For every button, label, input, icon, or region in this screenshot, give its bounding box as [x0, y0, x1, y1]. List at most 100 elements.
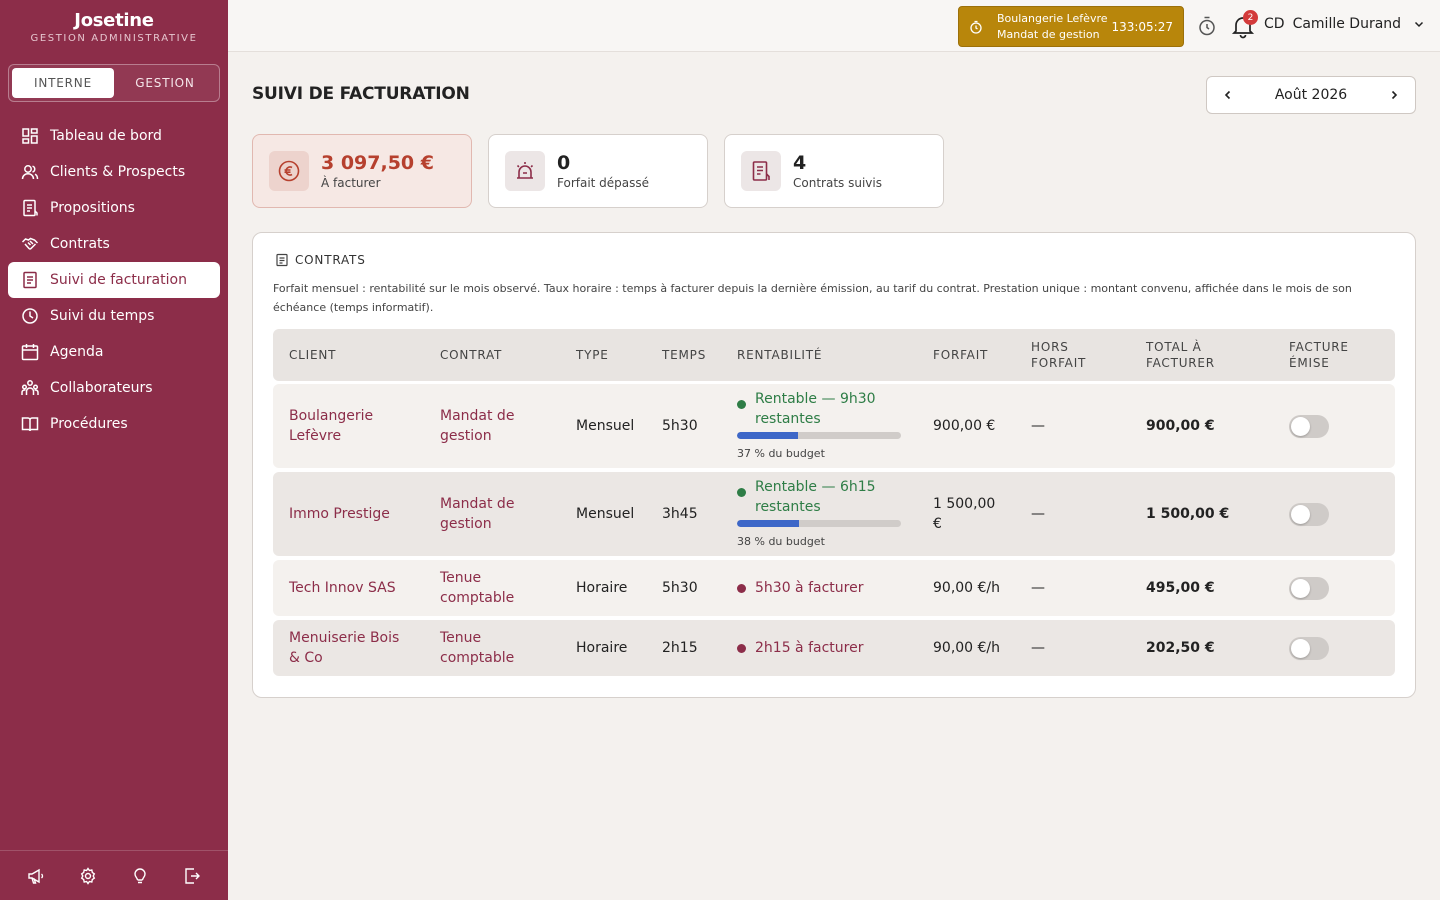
sidebar-item-suivi-facturation[interactable]: Suivi de facturation — [8, 262, 220, 298]
time-spent: 5h30 — [662, 580, 698, 596]
total-amount: 900,00 € — [1146, 418, 1215, 434]
mode-interne-button[interactable]: INTERNE — [12, 68, 114, 98]
kpi-label: Contrats suivis — [793, 176, 882, 190]
budget-progress-label: 38 % du budget — [737, 534, 825, 548]
profitability-text: 5h30 à facturer — [755, 580, 864, 596]
month-selector: Août 2026 — [1206, 76, 1416, 114]
invoice-issued-cell — [1289, 620, 1389, 676]
sidebar-footer — [0, 850, 228, 900]
sidebar-item-tableau-de-bord[interactable]: Tableau de bord — [8, 118, 220, 154]
sidebar-item-label: Collaborateurs — [50, 380, 153, 396]
user-menu[interactable]: CD Camille Durand — [1264, 16, 1425, 32]
contract-link[interactable]: Tenue comptable — [440, 560, 530, 616]
budget-progress-bar — [737, 431, 901, 439]
document-icon — [20, 198, 40, 218]
kpi-value: 4 — [793, 152, 807, 174]
invoice-issued-toggle[interactable] — [1289, 636, 1329, 660]
sidebar-item-contrats[interactable]: Contrats — [8, 226, 220, 262]
sidebar-item-label: Agenda — [50, 344, 104, 360]
table-row: Boulangerie Lefèvre Mandat de gestion Me… — [273, 384, 1395, 468]
client-link[interactable]: Immo Prestige — [289, 472, 429, 556]
lightbulb-icon[interactable] — [128, 864, 152, 888]
user-name: Camille Durand — [1292, 16, 1402, 32]
settings-icon[interactable] — [76, 864, 100, 888]
sidebar-item-agenda[interactable]: Agenda — [8, 334, 220, 370]
sidebar-item-collaborateurs[interactable]: Collaborateurs — [8, 370, 220, 406]
table-row: Tech Innov SAS Tenue comptable Horaire 5… — [273, 560, 1395, 616]
column-header-contrat: CONTRAT — [440, 348, 503, 362]
megaphone-icon[interactable] — [24, 864, 48, 888]
profitability-text: Rentable — 9h30 restantes — [755, 390, 876, 427]
brand: Josetine GESTION ADMINISTRATIVE — [0, 0, 228, 44]
sidebar-item-suivi-temps[interactable]: Suivi du temps — [8, 298, 220, 334]
avatar: CD — [1264, 16, 1285, 32]
contract-link[interactable]: Mandat de gestion — [440, 384, 560, 468]
invoice-issued-cell — [1289, 560, 1389, 616]
forfait-amount: 1 500,00 € — [933, 496, 996, 532]
brand-subtitle: GESTION ADMINISTRATIVE — [30, 33, 198, 44]
profitability: 2h15 à facturer — [737, 620, 917, 676]
budget-progress-label: 37 % du budget — [737, 446, 825, 460]
contracts-heading: CONTRATS — [275, 253, 366, 267]
client-link[interactable]: Boulangerie Lefèvre — [289, 384, 429, 468]
next-month-button[interactable] — [1385, 86, 1403, 104]
toggle-knob — [1291, 416, 1310, 436]
budget-progress-bar — [737, 519, 901, 527]
timer-contract: Mandat de gestion — [997, 27, 1100, 41]
column-header-client: CLIENT — [289, 348, 337, 362]
stopwatch-icon — [969, 20, 985, 34]
table-row: Immo Prestige Mandat de gestion Mensuel … — [273, 472, 1395, 556]
column-header-total: TOTAL À FACTURER — [1146, 340, 1215, 370]
contract-icon — [741, 151, 781, 191]
profitability-text: 2h15 à facturer — [755, 640, 864, 656]
toggle-knob — [1291, 578, 1310, 598]
mode-gestion-button[interactable]: GESTION — [114, 68, 216, 98]
contract-type: Mensuel — [576, 506, 635, 522]
sidebar-item-propositions[interactable]: Propositions — [8, 190, 220, 226]
invoice-issued-toggle[interactable] — [1289, 502, 1329, 526]
previous-month-button[interactable] — [1219, 86, 1237, 104]
status-dot — [737, 399, 746, 409]
hourly-rate: 90,00 €/h — [933, 640, 1001, 656]
invoice-issued-cell — [1289, 384, 1389, 468]
total-amount: 1 500,00 € — [1146, 506, 1230, 522]
dashboard-icon — [20, 126, 40, 146]
contract-type: Horaire — [576, 580, 628, 596]
list-icon — [275, 253, 289, 267]
invoice-issued-toggle[interactable] — [1289, 576, 1329, 600]
contracts-title: CONTRATS — [295, 253, 366, 267]
hors-forfait-amount: — — [1031, 506, 1045, 522]
client-link[interactable]: Tech Innov SAS — [289, 560, 429, 616]
book-icon — [20, 414, 40, 434]
toggle-knob — [1291, 504, 1310, 524]
time-spent: 5h30 — [662, 418, 698, 434]
alarm-icon — [505, 151, 545, 191]
hors-forfait-amount: — — [1031, 418, 1045, 434]
contract-link[interactable]: Tenue comptable — [440, 620, 530, 676]
kpi-a-facturer: 3 097,50 € À facturer — [252, 134, 472, 208]
logout-icon[interactable] — [180, 864, 204, 888]
sidebar-item-procedures[interactable]: Procédures — [8, 406, 220, 442]
sidebar-item-clients-prospects[interactable]: Clients & Prospects — [8, 154, 220, 190]
contract-link[interactable]: Mandat de gestion — [440, 472, 560, 556]
column-header-temps: TEMPS — [662, 348, 707, 362]
timer-elapsed: 133:05:27 — [1111, 19, 1173, 34]
time-spent: 3h45 — [662, 506, 698, 522]
client-link[interactable]: Menuiserie Bois & Co — [289, 620, 414, 676]
table-header: CLIENT CONTRAT TYPE TEMPS RENTABILITÉ FO… — [273, 329, 1395, 381]
kpi-value: 3 097,50 € — [321, 152, 434, 174]
contracts-table: CLIENT CONTRAT TYPE TEMPS RENTABILITÉ FO… — [273, 329, 1395, 680]
toggle-knob — [1291, 638, 1310, 658]
invoice-issued-toggle[interactable] — [1289, 414, 1329, 438]
hourly-rate: 90,00 €/h — [933, 580, 1001, 596]
calendar-icon — [20, 342, 40, 362]
contracts-card: CONTRATS Forfait mensuel : rentabilité s… — [252, 232, 1416, 698]
active-timer[interactable]: Boulangerie Lefèvre Mandat de gestion 13… — [958, 6, 1184, 47]
notification-badge: 2 — [1243, 10, 1258, 25]
contract-type: Horaire — [576, 640, 628, 656]
topbar: Boulangerie Lefèvre Mandat de gestion 13… — [228, 0, 1440, 52]
invoice-issued-cell — [1289, 472, 1389, 556]
budget-progress-fill — [737, 431, 798, 439]
stopwatch-icon[interactable] — [1196, 15, 1218, 37]
column-header-rentabilite: RENTABILITÉ — [737, 348, 823, 362]
